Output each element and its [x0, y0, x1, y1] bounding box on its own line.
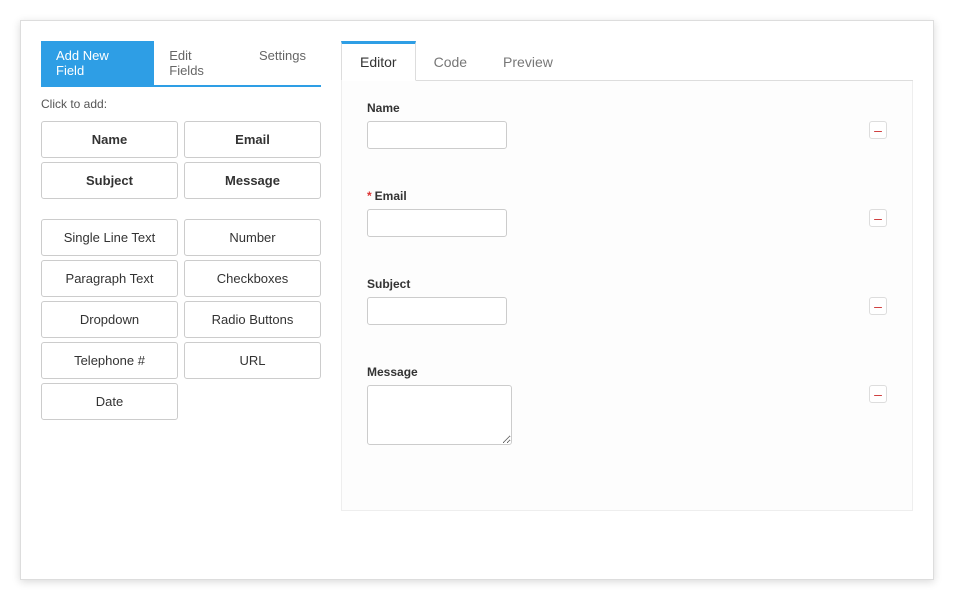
- right-tabs: Editor Code Preview: [341, 41, 913, 81]
- field-label-email: *Email: [367, 189, 869, 203]
- field-button-radio-buttons[interactable]: Radio Buttons: [184, 301, 321, 338]
- field-content: *Email: [367, 189, 869, 237]
- remove-button[interactable]: –: [869, 385, 887, 403]
- field-content: Message: [367, 365, 869, 450]
- left-tabs: Add New Field Edit Fields Settings: [41, 41, 321, 87]
- tab-add-new-field[interactable]: Add New Field: [41, 41, 154, 85]
- required-asterisk-icon: *: [367, 189, 372, 203]
- field-label-name: Name: [367, 101, 869, 115]
- tab-editor[interactable]: Editor: [341, 41, 416, 81]
- field-label-subject: Subject: [367, 277, 869, 291]
- form-field-message: Message –: [367, 365, 887, 450]
- field-button-number[interactable]: Number: [184, 219, 321, 256]
- form-field-name: Name –: [367, 101, 887, 149]
- field-button-checkboxes[interactable]: Checkboxes: [184, 260, 321, 297]
- tab-preview[interactable]: Preview: [485, 41, 571, 80]
- editor-area: Name – *Email – Subject –: [341, 81, 913, 511]
- left-panel: Add New Field Edit Fields Settings Click…: [41, 41, 321, 559]
- field-label-text: Email: [375, 189, 407, 203]
- input-email[interactable]: [367, 209, 507, 237]
- remove-button[interactable]: –: [869, 297, 887, 315]
- field-button-message[interactable]: Message: [184, 162, 321, 199]
- form-builder-container: Add New Field Edit Fields Settings Click…: [20, 20, 934, 580]
- field-content: Name: [367, 101, 869, 149]
- tab-edit-fields[interactable]: Edit Fields: [154, 41, 244, 85]
- textarea-message[interactable]: [367, 385, 512, 445]
- form-field-email: *Email –: [367, 189, 887, 237]
- form-field-subject: Subject –: [367, 277, 887, 325]
- field-button-subject[interactable]: Subject: [41, 162, 178, 199]
- click-to-add-label: Click to add:: [41, 97, 321, 111]
- remove-button[interactable]: –: [869, 209, 887, 227]
- tab-code[interactable]: Code: [416, 41, 485, 80]
- field-content: Subject: [367, 277, 869, 325]
- right-panel: Editor Code Preview Name – *Email –: [341, 41, 913, 559]
- field-button-telephone[interactable]: Telephone #: [41, 342, 178, 379]
- remove-button[interactable]: –: [869, 121, 887, 139]
- field-button-name[interactable]: Name: [41, 121, 178, 158]
- tab-settings[interactable]: Settings: [244, 41, 321, 85]
- field-button-url[interactable]: URL: [184, 342, 321, 379]
- input-name[interactable]: [367, 121, 507, 149]
- primary-field-grid: Name Email Subject Message: [41, 121, 321, 199]
- field-button-dropdown[interactable]: Dropdown: [41, 301, 178, 338]
- input-subject[interactable]: [367, 297, 507, 325]
- field-button-email[interactable]: Email: [184, 121, 321, 158]
- field-label-message: Message: [367, 365, 869, 379]
- field-button-paragraph-text[interactable]: Paragraph Text: [41, 260, 178, 297]
- field-button-date[interactable]: Date: [41, 383, 178, 420]
- secondary-field-grid: Single Line Text Number Paragraph Text C…: [41, 219, 321, 420]
- field-button-single-line-text[interactable]: Single Line Text: [41, 219, 178, 256]
